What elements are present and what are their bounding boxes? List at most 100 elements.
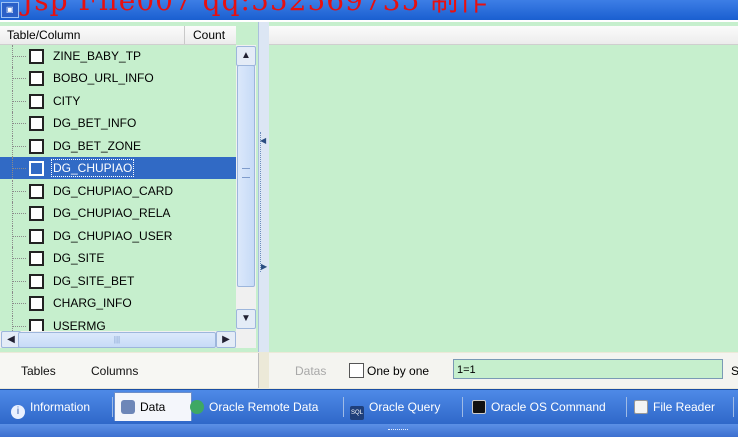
- tab-separator: [112, 397, 113, 417]
- tree-vertical-scrollbar[interactable]: ▲ ▼: [236, 45, 256, 331]
- tab-label: Oracle Query: [369, 400, 441, 414]
- tree-item-checkbox[interactable]: [29, 206, 44, 221]
- tree-horizontal-scrollbar[interactable]: ◀ ||| ▶: [0, 331, 236, 348]
- tab-file-reader[interactable]: File Reader: [634, 393, 715, 421]
- resize-grip-icon[interactable]: [388, 429, 408, 433]
- tree-item-selected[interactable]: DG_CHUPIAO: [0, 157, 236, 179]
- file-icon: [634, 400, 648, 414]
- tree-item-label: BOBO_URL_INFO: [53, 71, 154, 85]
- tree-item[interactable]: DG_BET_INFO: [0, 112, 236, 134]
- scroll-down-button[interactable]: ▼: [236, 309, 256, 329]
- grip-icon: [242, 168, 250, 178]
- tree-item[interactable]: CITY: [0, 90, 236, 112]
- splitter-grip: [260, 132, 267, 272]
- tree-item-label: DG_CHUPIAO: [50, 159, 135, 177]
- header-count[interactable]: Count: [184, 26, 225, 44]
- tab-label: Oracle OS Command: [491, 400, 606, 414]
- tree-view-tabs: Tables Columns: [0, 353, 259, 388]
- tree-item[interactable]: ZINE_BABY_TP: [0, 45, 236, 67]
- info-icon: i: [11, 405, 25, 419]
- tree-branch: [12, 168, 26, 169]
- tab-columns[interactable]: Columns: [91, 364, 138, 378]
- tree-item-checkbox[interactable]: [29, 184, 44, 199]
- tree-item-label: DG_CHUPIAO_USER: [53, 229, 173, 243]
- tree-branch: [12, 191, 26, 192]
- tree-item-checkbox[interactable]: [29, 229, 44, 244]
- table-tree: ZINE_BABY_TP BOBO_URL_INFO CITY DG_BET_I…: [0, 45, 236, 331]
- tree-item[interactable]: DG_CHUPIAO_USER: [0, 225, 236, 247]
- scrollbar-thumb[interactable]: [237, 65, 255, 287]
- tree-item[interactable]: DG_CHUPIAO_CARD: [0, 180, 236, 202]
- tree-item[interactable]: DG_CHUPIAO_RELA: [0, 202, 236, 224]
- tree-branch: [12, 78, 26, 79]
- one-by-one-checkbox[interactable]: [349, 363, 364, 378]
- expand-right-icon[interactable]: ▶: [261, 262, 267, 271]
- scroll-right-button[interactable]: ▶: [216, 331, 236, 348]
- tab-oracle-remote-data[interactable]: Oracle Remote Data: [190, 393, 318, 421]
- tree-item-label: CITY: [53, 94, 81, 108]
- tab-separator: [733, 397, 734, 417]
- tree-branch: [12, 281, 26, 282]
- tab-information[interactable]: i Information: [11, 393, 90, 421]
- status-bar: [0, 424, 738, 437]
- tree-branch: [12, 258, 26, 259]
- scrollbar-thumb[interactable]: |||: [18, 332, 216, 348]
- tree-item-checkbox[interactable]: [29, 139, 44, 154]
- collapse-left-icon[interactable]: ◀: [260, 136, 266, 145]
- tree-branch: [12, 326, 26, 327]
- tree-line: [12, 315, 13, 331]
- tree-column-header: Table/Column Count: [0, 26, 236, 45]
- tree-item-checkbox[interactable]: [29, 49, 44, 64]
- truncated-label: S: [731, 364, 738, 378]
- main-tab-bar: i Information Data Oracle Remote Data SQL…: [0, 389, 738, 424]
- tab-tables[interactable]: Tables: [21, 364, 56, 378]
- tree-item-label: ZINE_BABY_TP: [53, 49, 142, 63]
- tree-branch: [12, 101, 26, 102]
- data-grid-area[interactable]: [269, 22, 738, 352]
- tree-item-label: DG_CHUPIAO_RELA: [53, 206, 171, 220]
- tree-item[interactable]: DG_SITE_BET: [0, 270, 236, 292]
- tree-item-label: DG_CHUPIAO_CARD: [53, 184, 174, 198]
- tree-item-label: CHARG_INFO: [53, 296, 132, 310]
- query-bar: Datas One by one 1=1 S: [269, 353, 738, 388]
- tab-oracle-query[interactable]: SQL Oracle Query: [350, 393, 440, 421]
- terminal-icon: [472, 400, 486, 414]
- tree-item-label: DG_SITE_BET: [53, 274, 135, 288]
- tree-branch: [12, 213, 26, 214]
- tree-item[interactable]: BOBO_URL_INFO: [0, 67, 236, 89]
- tree-item-checkbox[interactable]: [29, 296, 44, 311]
- title-bar: ▣ Jsp File007 qq:552569735 制作: [0, 0, 738, 20]
- tree-branch: [12, 56, 26, 57]
- tree-item-checkbox[interactable]: [29, 94, 44, 109]
- tree-item-label: DG_SITE: [53, 251, 105, 265]
- header-table-column[interactable]: Table/Column: [7, 28, 80, 42]
- tab-label: Information: [30, 400, 91, 414]
- one-by-one-label: One by one: [367, 364, 430, 378]
- tree-item-checkbox[interactable]: [29, 319, 44, 331]
- tab-label: Oracle Remote Data: [209, 400, 319, 414]
- datas-button[interactable]: Datas: [295, 364, 326, 378]
- tree-branch: [12, 236, 26, 237]
- tree-branch: [12, 303, 26, 304]
- tab-label: File Reader: [653, 400, 716, 414]
- tree-item[interactable]: DG_BET_ZONE: [0, 135, 236, 157]
- scroll-up-button[interactable]: ▲: [236, 46, 256, 66]
- tree-item-label: DG_BET_ZONE: [53, 139, 142, 153]
- window-title: Jsp File007 qq:552569735 制作: [22, 0, 489, 17]
- tree-item[interactable]: USERMG: [0, 315, 236, 331]
- app-icon: ▣: [1, 2, 19, 18]
- tab-data[interactable]: Data: [114, 392, 192, 421]
- tree-item-checkbox[interactable]: [29, 161, 44, 176]
- tree-item[interactable]: CHARG_INFO: [0, 292, 236, 314]
- condition-input[interactable]: 1=1: [453, 359, 723, 379]
- sql-icon: SQL: [350, 406, 364, 420]
- tree-item-checkbox[interactable]: [29, 71, 44, 86]
- tree-branch: [12, 123, 26, 124]
- tab-oracle-os-command[interactable]: Oracle OS Command: [472, 393, 606, 421]
- tree-item-checkbox[interactable]: [29, 251, 44, 266]
- globe-icon: [190, 400, 204, 414]
- tab-separator: [626, 397, 627, 417]
- tree-item-checkbox[interactable]: [29, 274, 44, 289]
- tree-item-checkbox[interactable]: [29, 116, 44, 131]
- tree-item[interactable]: DG_SITE: [0, 247, 236, 269]
